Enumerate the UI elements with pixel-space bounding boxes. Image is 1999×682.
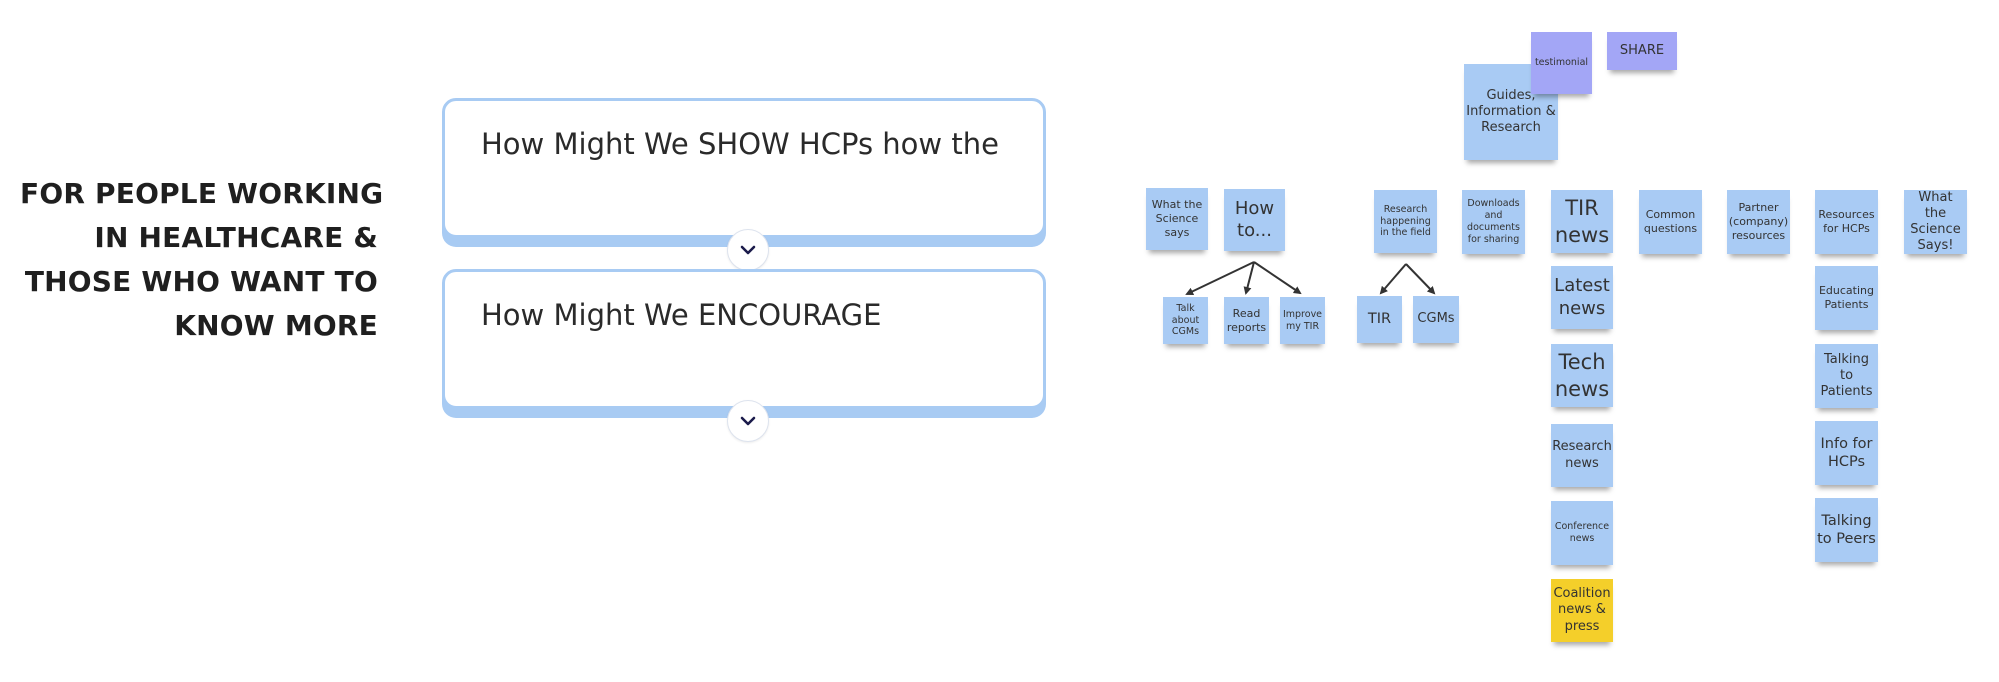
section-heading: FOR PEOPLE WORKING IN HEALTHCARE & THOSE… [20,172,384,348]
sticky-note[interactable]: Talking to Peers [1815,498,1878,562]
arrow-to-talk-cgms [1185,261,1255,296]
sticky-note[interactable]: CGMs [1413,296,1459,343]
hmw-card-encourage[interactable]: How Might We ENCOURAGE [442,269,1046,442]
sticky-note[interactable]: Read reports [1224,297,1269,344]
arrow-to-read-reports [1243,261,1255,295]
sticky-note[interactable]: Educating Patients [1815,266,1878,330]
sticky-note[interactable]: TIR news [1551,190,1613,253]
sticky-note[interactable]: Tech news [1551,344,1613,407]
hmw-card-text[interactable]: How Might We ENCOURAGE [481,298,881,332]
hmw-card-show[interactable]: How Might We SHOW HCPs how the [442,98,1046,271]
sticky-note[interactable]: Downloads and documents for sharing [1462,190,1525,254]
sticky-note[interactable]: How to... [1224,189,1285,251]
arrow-to-cgms [1405,263,1436,295]
arrow-to-improve-tir [1253,261,1302,295]
sticky-note[interactable]: Common questions [1639,190,1702,254]
sticky-note[interactable]: Research happening in the field [1374,190,1437,253]
expand-button[interactable] [727,229,769,271]
sticky-note[interactable]: What the Science says [1146,188,1208,250]
sticky-note[interactable]: Info for HCPs [1815,421,1878,485]
sticky-note[interactable]: Resources for HCPs [1815,190,1878,254]
expand-button[interactable] [727,400,769,442]
heading-line: KNOW MORE [174,309,378,342]
sticky-note[interactable]: SHARE [1607,32,1677,70]
sticky-note[interactable]: TIR [1357,296,1402,343]
chevron-down-icon [740,416,756,426]
hmw-card-text[interactable]: How Might We SHOW HCPs how the [481,127,999,161]
heading-line: IN HEALTHCARE & [94,221,378,254]
heading-line: THOSE WHO WANT TO [24,265,378,298]
sticky-note[interactable]: Coalition news & press [1551,579,1613,642]
sticky-note[interactable]: What the Science Says! [1904,190,1967,254]
arrow-to-tir [1379,263,1407,295]
chevron-down-icon [740,245,756,255]
heading-line: FOR PEOPLE WORKING [20,177,384,210]
sticky-note[interactable]: Talk about CGMs [1163,297,1208,344]
sticky-note[interactable]: Improve my TIR [1280,297,1325,344]
sticky-note[interactable]: Latest news [1551,266,1613,329]
sticky-note[interactable]: Research news [1551,424,1613,487]
sticky-note[interactable]: Conference news [1551,501,1613,565]
sticky-note[interactable]: testimonial [1531,32,1592,94]
sticky-note[interactable]: Partner (company) resources [1727,190,1790,254]
sticky-note[interactable]: Talking to Patients [1815,344,1878,408]
